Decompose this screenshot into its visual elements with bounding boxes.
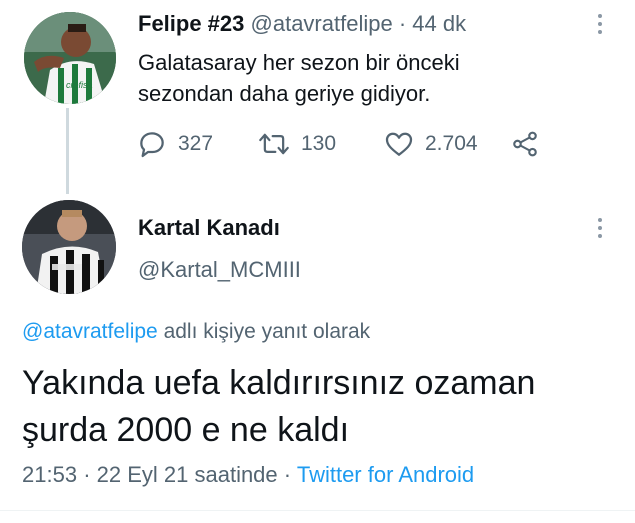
player-avatar-icon	[22, 200, 116, 294]
reply-context: @atavratfelipe adlı kişiye yanıt olarak	[22, 318, 370, 346]
retweet-button[interactable]: 130	[257, 126, 336, 162]
tweet-time-ago[interactable]: 44 dk	[412, 11, 466, 36]
tweet-source-link[interactable]: Twitter for Android	[297, 462, 474, 487]
tweet-text-line: şurda 2000 e ne kaldı	[22, 411, 350, 449]
reply-author-handle[interactable]: @Kartal_MCMIII	[138, 256, 301, 284]
heart-icon	[385, 132, 413, 156]
like-count: 2.704	[425, 132, 478, 155]
share-button[interactable]	[510, 126, 540, 162]
reply-to-handle-link[interactable]: @atavratfelipe	[22, 320, 158, 343]
more-options-icon[interactable]	[597, 14, 603, 38]
author-handle[interactable]: @atavratfelipe	[251, 11, 393, 36]
share-icon	[513, 131, 537, 157]
reply-icon	[140, 132, 164, 158]
tweet-text-line: sezondan daha geriye gidiyor.	[138, 81, 431, 106]
retweet-icon	[259, 133, 289, 155]
reply-author-avatar[interactable]	[22, 200, 116, 294]
tweet-header: Felipe #23 @atavratfelipe · 44 dk	[138, 9, 466, 39]
svg-text:crefisa: crefisa	[66, 80, 93, 90]
author-name[interactable]: Felipe #23	[138, 11, 244, 36]
tweet-text-line: Galatasaray her sezon bir önceki	[138, 50, 460, 75]
header-separator: ·	[398, 11, 407, 36]
reply-author-name[interactable]: Kartal Kanadı	[138, 214, 280, 242]
tweet-date[interactable]: 22 Eyl 21 saatinde	[97, 462, 278, 487]
reply-button[interactable]: 327	[136, 126, 213, 162]
tweet-meta: 21:53 · 22 Eyl 21 saatinde · Twitter for…	[22, 460, 474, 490]
thread-connector-line	[66, 108, 69, 194]
reply-count: 327	[178, 132, 214, 155]
reply-to-label: adlı kişiye yanıt olarak	[157, 320, 371, 343]
bottom-divider	[0, 510, 635, 511]
author-avatar[interactable]: crefisa	[24, 12, 116, 104]
tweet-text-line: Yakında uefa kaldırırsınız ozaman	[22, 364, 536, 402]
more-options-icon[interactable]	[597, 218, 603, 242]
meta-separator: ·	[283, 462, 292, 487]
tweet-time[interactable]: 21:53	[22, 462, 77, 487]
like-button[interactable]: 2.704	[383, 126, 478, 162]
tweet-text: Galatasaray her sezon bir önceki sezonda…	[138, 47, 460, 109]
meta-separator: ·	[83, 462, 91, 487]
retweet-count: 130	[301, 132, 337, 155]
player-avatar-icon: crefisa	[24, 12, 116, 104]
reply-tweet-text: Yakında uefa kaldırırsınız ozaman şurda …	[22, 360, 535, 454]
